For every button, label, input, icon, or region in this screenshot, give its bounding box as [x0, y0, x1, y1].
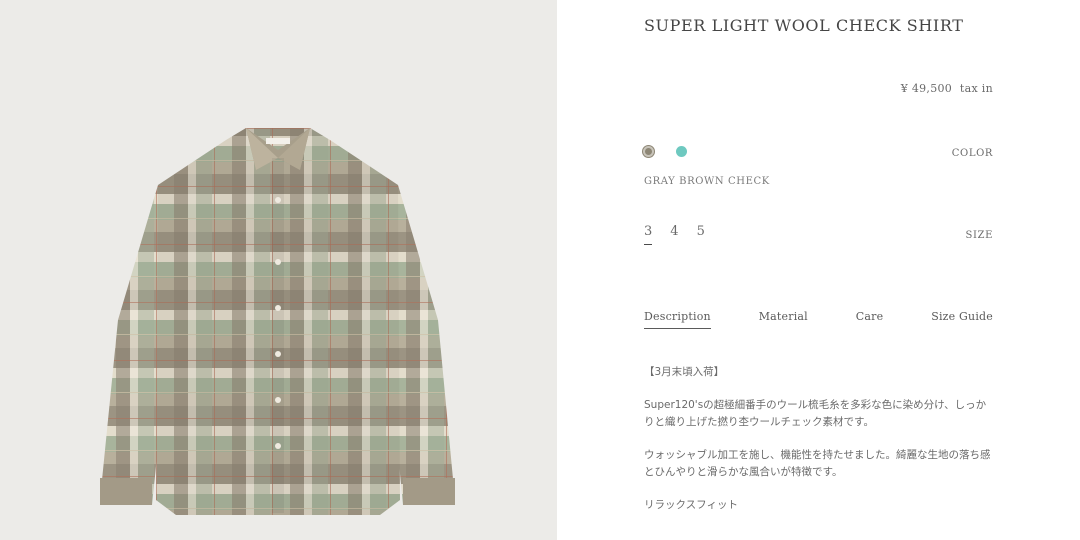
- tab-care[interactable]: Care: [856, 310, 884, 329]
- size-selector: 3 4 5: [644, 224, 705, 245]
- tab-material[interactable]: Material: [759, 310, 808, 329]
- size-option-4[interactable]: 4: [670, 224, 678, 245]
- color-label: COLOR: [951, 148, 993, 159]
- color-swatch-gray-brown[interactable]: [643, 146, 654, 157]
- size-label: SIZE: [965, 230, 993, 241]
- shirt-illustration: [100, 128, 455, 515]
- fit-description: リラックスフィット: [644, 499, 738, 511]
- product-details: SUPER LIGHT WOOL CHECK SHIRT ¥ 49,500 ta…: [557, 0, 1080, 540]
- tab-description[interactable]: Description: [644, 310, 711, 329]
- tax-note: tax in: [959, 82, 993, 95]
- product-image: [0, 0, 557, 540]
- product-title: SUPER LIGHT WOOL CHECK SHIRT: [644, 16, 964, 35]
- size-option-5[interactable]: 5: [697, 224, 705, 245]
- size-option-3[interactable]: 3: [644, 224, 653, 245]
- description-text: 【3月末頃入荷】 Super120'sの超極細番手のウール梳毛糸を多彩な色に染め…: [644, 364, 996, 530]
- product-page: SUPER LIGHT WOOL CHECK SHIRT ¥ 49,500 ta…: [0, 0, 1080, 540]
- selected-color-name: GRAY BROWN CHECK: [644, 176, 770, 187]
- info-tabs: Description Material Care Size Guide: [644, 310, 993, 329]
- color-swatch-turquoise[interactable]: [676, 146, 687, 157]
- price-value: ¥ 49,500: [900, 82, 953, 95]
- material-description: Super120'sの超極細番手のウール梳毛糸を多彩な色に染め分け、しっかりと織…: [644, 399, 987, 428]
- finish-description: ウォッシャブル加工を施し、機能性を持たせました。綺麗な生地の落ち感とひんやりと滑…: [644, 449, 991, 478]
- tab-size-guide[interactable]: Size Guide: [931, 310, 993, 329]
- arrival-note: 【3月末頃入荷】: [644, 366, 725, 378]
- price: ¥ 49,500 tax in: [901, 82, 993, 95]
